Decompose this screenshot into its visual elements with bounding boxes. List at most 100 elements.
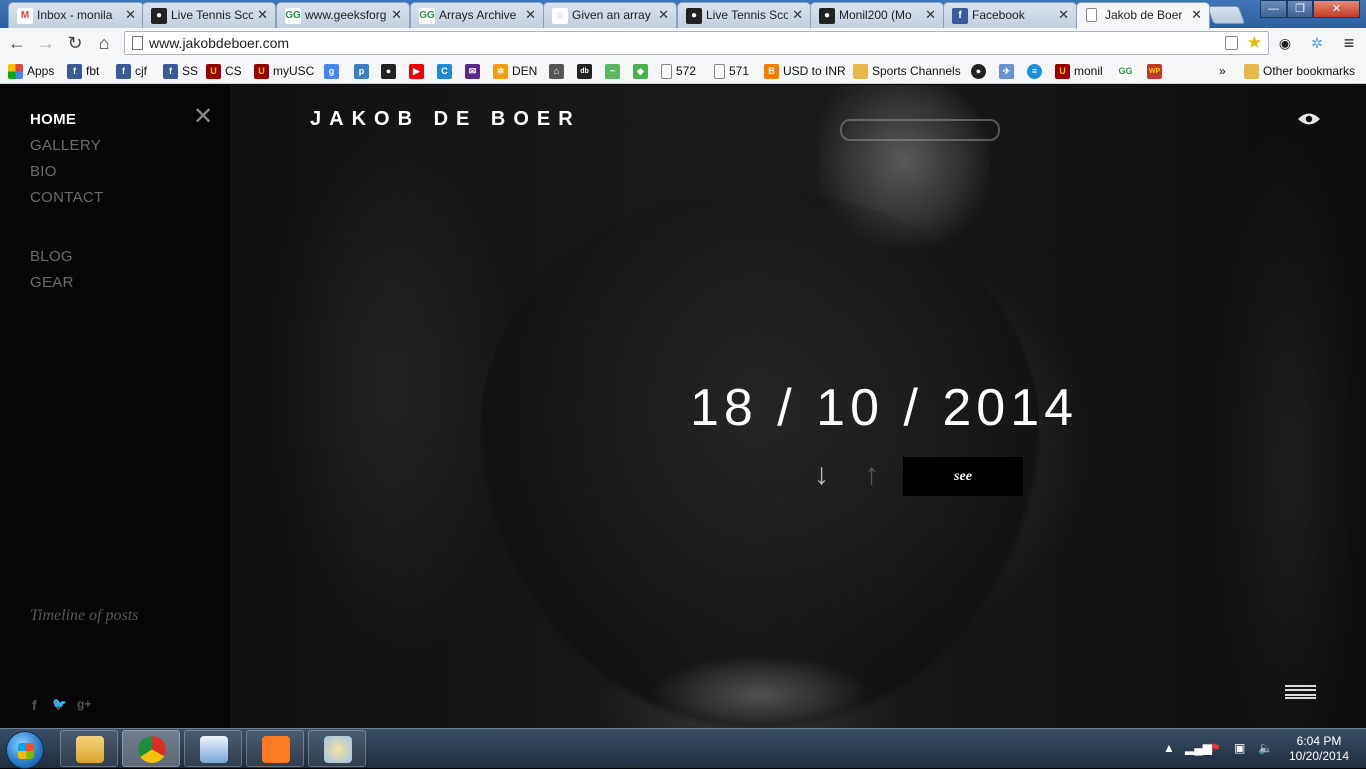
overflow-chevron-icon: » — [1219, 64, 1226, 78]
bookmark-fbt[interactable]: f fbt — [67, 62, 99, 80]
bookmark-sports-channels[interactable]: Sports Channels — [853, 62, 961, 80]
bookmark-571[interactable]: 571 — [714, 62, 749, 80]
taskbar-xampp[interactable] — [246, 730, 304, 767]
address-bar[interactable]: ★ — [124, 31, 1269, 55]
bird-icon: ✈ — [999, 63, 1014, 79]
taskbar-chrome[interactable] — [122, 730, 180, 767]
bookmark-ss[interactable]: f SS — [163, 62, 198, 80]
new-tab-button[interactable] — [1206, 6, 1246, 24]
tab-close-icon[interactable]: ✕ — [925, 7, 936, 23]
incognito-extension-icon[interactable]: ◉ — [1275, 34, 1295, 52]
bookmark-cjf[interactable]: f cjf — [116, 62, 147, 80]
tab-close-icon[interactable]: ✕ — [1191, 7, 1202, 23]
power-icon[interactable]: ▣ — [1234, 741, 1245, 755]
menu-icon[interactable]: ≡ — [1339, 34, 1359, 52]
bookmark-wp[interactable]: WP — [1147, 62, 1166, 80]
taskbar-explorer[interactable] — [60, 730, 118, 767]
bookmark-572[interactable]: 572 — [661, 62, 696, 80]
taskbar-paint[interactable] — [308, 730, 366, 767]
bookmark-c[interactable]: C — [437, 62, 456, 80]
bookmark-den[interactable]: ✲ DEN — [493, 62, 537, 80]
url-input[interactable] — [149, 34, 1219, 52]
previous-post-arrow-icon[interactable]: ↑ — [864, 457, 879, 493]
start-button[interactable] — [6, 731, 44, 769]
nav-bio[interactable]: BIO — [30, 163, 57, 180]
back-arrow-icon[interactable]: ← — [6, 32, 28, 54]
github-icon: ● — [971, 63, 986, 79]
tab-facebook[interactable]: f Facebook ✕ — [943, 2, 1077, 28]
tab-close-icon[interactable]: ✕ — [792, 7, 803, 23]
facebook-icon[interactable]: f — [32, 697, 37, 713]
maximize-button[interactable]: ❐ — [1287, 0, 1313, 18]
bookmark-myusc[interactable]: UmyUSC — [254, 62, 314, 80]
other-bookmarks[interactable]: Other bookmarks — [1244, 62, 1355, 80]
taskbar-notepad[interactable] — [184, 730, 242, 767]
tab-given-an-array[interactable]: ◌ Given an array ✕ — [543, 2, 677, 28]
nav-gallery[interactable]: GALLERY — [30, 137, 101, 154]
show-hidden-icons[interactable]: ▲ — [1163, 741, 1175, 755]
bookmark-monil[interactable]: Umonil — [1055, 62, 1103, 80]
extension-icon[interactable]: ✲ — [1307, 34, 1327, 52]
bookmark-maps[interactable]: ◆ — [633, 62, 652, 80]
forward-arrow-icon[interactable]: → — [35, 32, 57, 54]
nav-contact[interactable]: CONTACT — [30, 189, 103, 206]
bookmark-bank[interactable]: ⌂ — [549, 62, 568, 80]
att-icon: ≡ — [1027, 63, 1042, 79]
tab-github[interactable]: ● Monil200 (Mo ✕ — [810, 2, 944, 28]
hamburger-menu-icon[interactable] — [1285, 685, 1316, 699]
reload-icon[interactable]: ↻ — [64, 32, 86, 54]
see-button[interactable]: see — [903, 457, 1023, 496]
tab-inbox[interactable]: M Inbox - monila ✕ — [8, 2, 144, 28]
nav-gear[interactable]: GEAR — [30, 274, 74, 291]
tab-close-icon[interactable]: ✕ — [125, 7, 136, 23]
site-brand[interactable]: JAKOB DE BOER — [310, 108, 581, 131]
tab-live-tennis-2[interactable]: ● Live Tennis Sco ✕ — [677, 2, 811, 28]
timeline-of-posts-link[interactable]: Timeline of posts — [30, 607, 138, 625]
nav-blog[interactable]: BLOG — [30, 248, 73, 265]
window-close-button[interactable]: ✕ — [1313, 0, 1360, 18]
next-post-arrow-icon[interactable]: ↓ — [814, 457, 829, 493]
page-action-icon[interactable] — [1225, 36, 1238, 50]
bookmark-bird[interactable]: ✈ — [999, 62, 1018, 80]
tab-close-icon[interactable]: ✕ — [1058, 7, 1069, 23]
bookmark-usd-to-inr[interactable]: B USD to INR — [764, 62, 846, 80]
bookmark-imdb[interactable]: db — [577, 62, 596, 80]
bookmark-cs[interactable]: U CS — [206, 62, 242, 80]
close-menu-icon[interactable]: ✕ — [193, 105, 213, 129]
bookmark-mail[interactable]: ✉ — [465, 62, 484, 80]
action-center-icon[interactable]: ⚑ — [1210, 741, 1221, 755]
tab-arrays-archive[interactable]: GG Arrays Archive ✕ — [410, 2, 544, 28]
bookmark-geeksforgeeks[interactable]: GG — [1118, 62, 1137, 80]
mail-icon: ✉ — [465, 63, 480, 79]
page-icon — [714, 63, 725, 79]
tab-live-tennis-1[interactable]: ● Live Tennis Sco ✕ — [142, 2, 276, 28]
tab-close-icon[interactable]: ✕ — [257, 7, 268, 23]
facebook-icon: f — [952, 8, 968, 24]
tab-close-icon[interactable]: ✕ — [525, 7, 536, 23]
bookmark-youtube[interactable]: ▶ — [409, 62, 428, 80]
network-icon[interactable]: ▂▄▆ — [1185, 741, 1212, 755]
nav-home[interactable]: HOME — [30, 111, 76, 128]
tab-close-icon[interactable]: ✕ — [391, 7, 402, 23]
bookmark-star-icon[interactable]: ★ — [1247, 33, 1262, 53]
eye-icon[interactable] — [1297, 112, 1321, 126]
bookmark-green[interactable]: ~ — [605, 62, 624, 80]
bookmark-apps[interactable]: Apps — [8, 62, 54, 80]
home-icon[interactable]: ⌂ — [93, 32, 115, 54]
system-clock[interactable]: 6:04 PM 10/20/2014 — [1283, 734, 1355, 764]
bookmark-github[interactable]: ● — [971, 62, 990, 80]
bookmark-label: CS — [225, 64, 242, 78]
bookmarks-overflow-button[interactable]: » — [1219, 62, 1226, 80]
c-icon: C — [437, 63, 452, 79]
minimize-button[interactable]: — — [1260, 0, 1287, 18]
google-plus-icon[interactable]: g+ — [77, 697, 91, 711]
bookmark-generic[interactable]: ● — [381, 62, 400, 80]
tab-close-icon[interactable]: ✕ — [658, 7, 669, 23]
tab-geeksforgeeks[interactable]: GG www.geeksforg ✕ — [276, 2, 410, 28]
bookmark-google[interactable]: g — [324, 62, 343, 80]
bookmark-p[interactable]: p — [354, 62, 373, 80]
bookmark-att[interactable]: ≡ — [1027, 62, 1046, 80]
tab-jakob-de-boer[interactable]: Jakob de Boer ✕ — [1076, 2, 1210, 29]
volume-icon[interactable]: 🔈 — [1258, 741, 1273, 755]
twitter-icon[interactable]: 🐦 — [52, 697, 67, 711]
